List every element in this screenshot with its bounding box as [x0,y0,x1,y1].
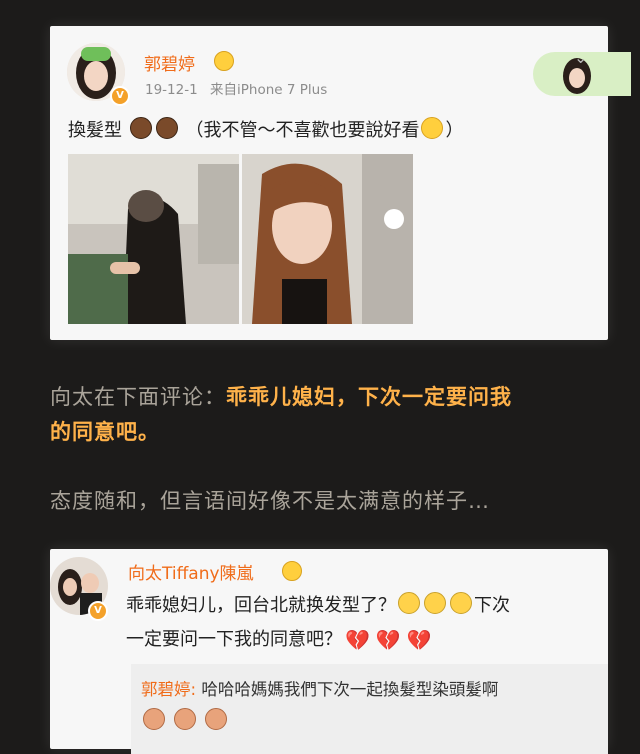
narration-highlight-2: 的同意吧。 [50,420,160,444]
monkey-face-icon [174,708,197,730]
post-text-main: 換髮型 [68,120,122,141]
narration-highlight-1: 乖乖儿媳妇，下次一定要问我 [226,385,512,409]
reply-username[interactable]: 郭碧婷: [141,680,196,699]
reply-emojis [141,708,229,731]
monkey-face-icon [143,708,165,730]
boy-face-icon [129,117,152,139]
comment-text: 乖乖媳妇儿，回台北就换发型了？ 下次 一定要问一下我的同意吧？ 💔 💔 💔 [126,589,510,657]
reply-text: 哈哈哈媽媽我們下次一起換髮型染頭髮啊 [201,680,499,699]
narration-prefix: 向太在下面评论： [50,385,226,409]
post-photo-1[interactable] [68,154,239,324]
broken-heart-icon: 💔 [375,628,401,652]
narration-comment: 态度随和，但言语间好像不是太满意的样子… [50,489,490,513]
post-text-close: ） [445,120,464,141]
monkey-face-icon [205,708,228,730]
comment-line-2: 一定要问一下我的同意吧？ [126,629,342,650]
crying-face-icon [398,592,420,614]
broken-heart-icon: 💔 [406,628,432,652]
post-photo-2[interactable] [242,154,413,324]
reply-line: 郭碧婷: 哈哈哈媽媽我們下次一起換髮型染頭髮啊 [141,676,498,700]
post-source: 来自iPhone 7 Plus [210,82,328,98]
boy-face-icon [155,117,178,139]
weibo-post-card: V 郭碧婷 19-12-1 来自iPhone 7 Plus ⌄ 換髮型 （我不管… [50,26,631,340]
post-username[interactable]: 郭碧婷 [144,50,195,75]
verified-badge-icon: V [88,601,108,621]
verified-badge-icon: V [110,86,130,106]
comment-card: V 向太Tiffany陳嵐 乖乖媳妇儿，回台北就换发型了？ 下次 一定要问一下我的… [50,549,608,754]
comment-line-1: 乖乖媳妇儿，回台北就换发型了？ [126,595,396,616]
post-text-aside: （我不管～不喜歡也要說好看 [185,120,420,141]
reply-box[interactable]: 郭碧婷: 哈哈哈媽媽我們下次一起換髮型染頭髮啊 [131,664,608,754]
narration-block: 向太在下面评论：乖乖儿媳妇，下次一定要问我 的同意吧。 [50,380,615,450]
post-date: 19-12-1 来自iPhone 7 Plus [145,78,327,98]
crying-face-icon [424,592,446,614]
broken-heart-icon: 💔 [345,628,370,652]
chevron-down-icon[interactable]: ⌄ [574,48,587,67]
gold-badge-icon [214,51,234,71]
yummy-face-icon [421,117,444,139]
post-date-text: 19-12-1 [145,82,198,98]
gold-badge-icon [282,561,302,581]
crying-face-icon [450,592,472,614]
comment-username[interactable]: 向太Tiffany陳嵐 [128,559,254,584]
comment-line-1-tail: 下次 [474,595,510,616]
post-text: 換髮型 （我不管～不喜歡也要說好看 ） [68,114,463,148]
